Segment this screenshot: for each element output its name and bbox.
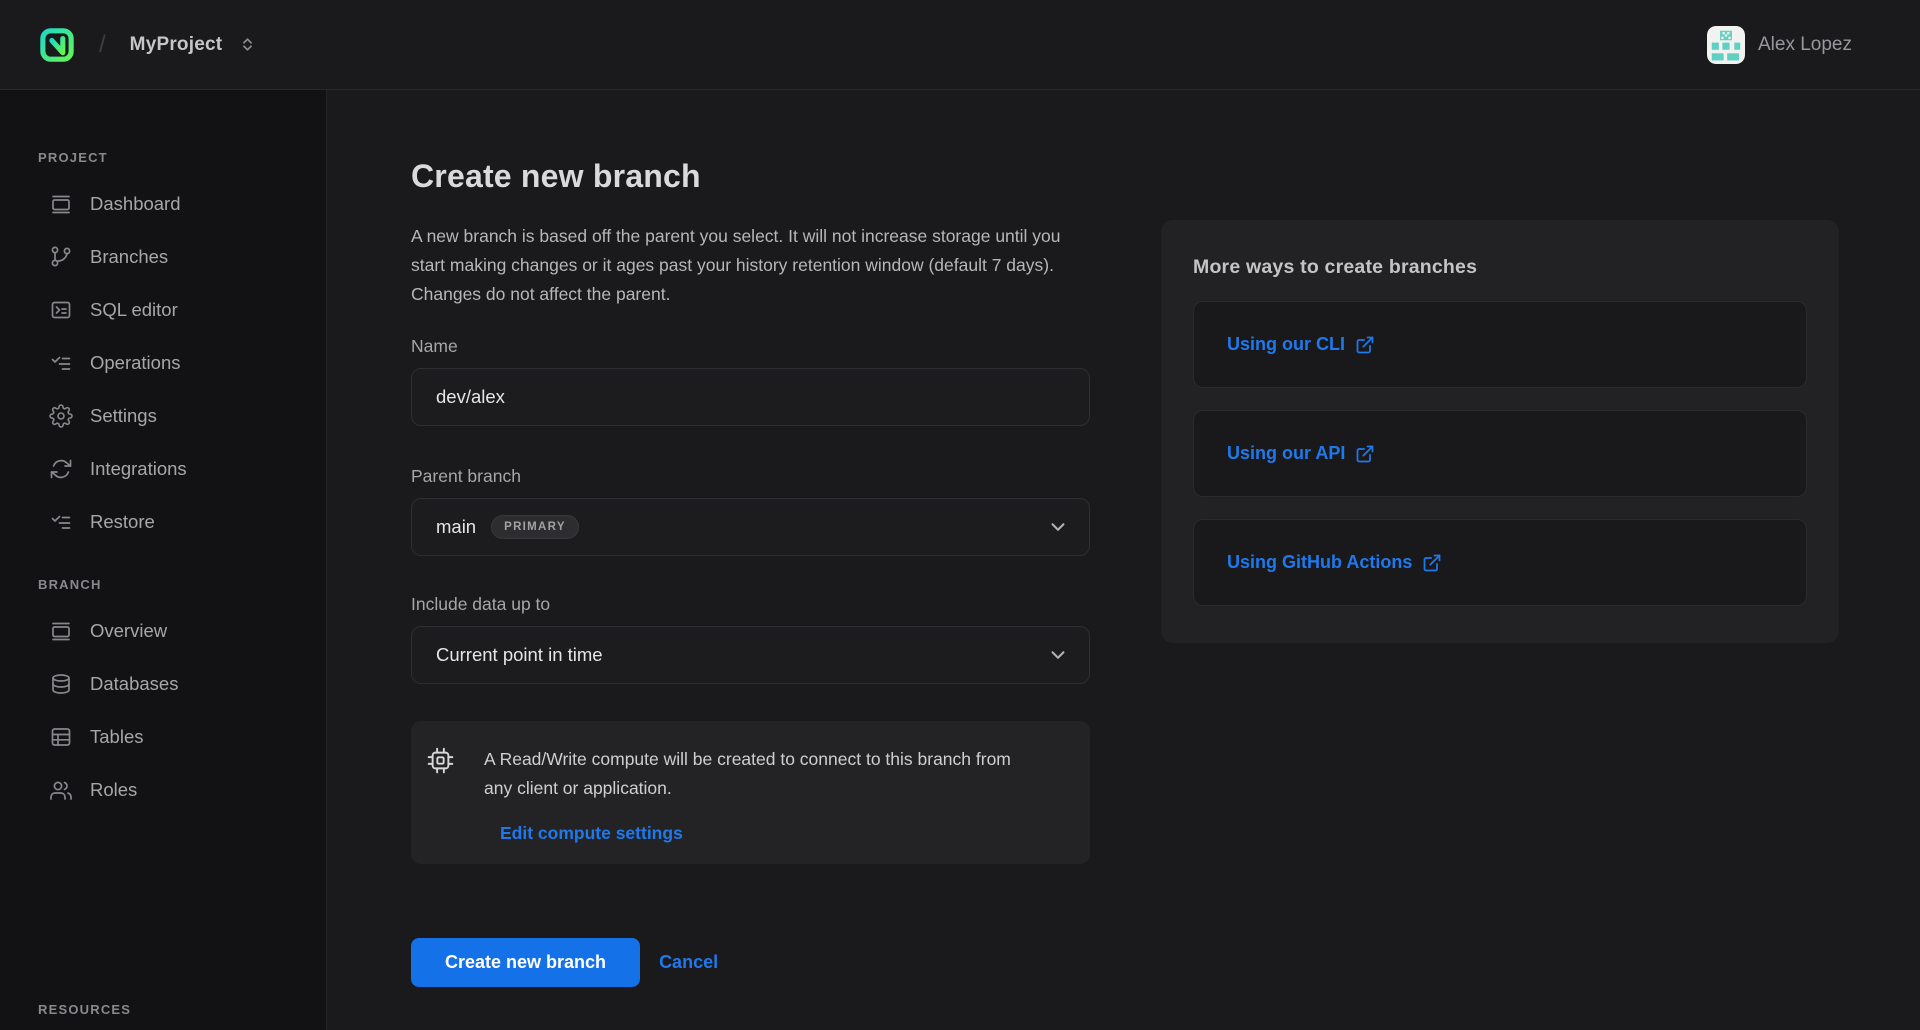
more-ways-panel: More ways to create branches Using our C…	[1161, 220, 1839, 643]
avatar	[1707, 26, 1745, 64]
dashboard-icon	[49, 192, 73, 216]
sidebar-section-resources: RESOURCES	[38, 1002, 131, 1017]
users-icon	[49, 778, 73, 802]
github-actions-link[interactable]: Using GitHub Actions	[1227, 552, 1442, 573]
api-card[interactable]: Using our API	[1193, 410, 1807, 497]
cpu-chip-icon	[427, 747, 454, 774]
neon-logo[interactable]	[37, 25, 77, 65]
sidebar-item-integrations[interactable]: Integrations	[0, 442, 326, 495]
parent-branch-select[interactable]: main PRIMARY	[411, 498, 1090, 556]
api-link[interactable]: Using our API	[1227, 443, 1375, 464]
gear-icon	[49, 404, 73, 428]
project-selector[interactable]: MyProject	[130, 34, 257, 56]
parent-branch-value: main	[436, 516, 476, 538]
sidebar-section-branch: BRANCH	[38, 577, 326, 592]
github-actions-card[interactable]: Using GitHub Actions	[1193, 519, 1807, 606]
edit-compute-settings-link[interactable]: Edit compute settings	[500, 823, 683, 844]
include-data-label: Include data up to	[411, 594, 1101, 615]
user-name: Alex Lopez	[1758, 34, 1852, 56]
sidebar-item-label: Roles	[90, 779, 137, 801]
sidebar-item-restore[interactable]: Restore	[0, 495, 326, 548]
cli-link[interactable]: Using our CLI	[1227, 334, 1375, 355]
sync-arrows-icon	[49, 457, 73, 481]
sidebar-item-label: Integrations	[90, 458, 187, 480]
sidebar-item-label: Operations	[90, 352, 181, 374]
cli-link-label: Using our CLI	[1227, 334, 1345, 355]
sidebar-item-label: Overview	[90, 620, 167, 642]
sidebar-branch-list: Overview Databases Tables Roles	[0, 604, 326, 816]
more-ways-title: More ways to create branches	[1193, 256, 1807, 279]
dashboard-icon	[49, 619, 73, 643]
parent-branch-label: Parent branch	[411, 466, 1101, 487]
user-menu[interactable]: Alex Lopez	[1707, 26, 1852, 64]
compute-notice-text: A Read/Write compute will be created to …	[484, 745, 1024, 803]
include-data-select[interactable]: Current point in time	[411, 626, 1090, 684]
sidebar: PROJECT Dashboard Branches SQL editor	[0, 90, 327, 1030]
sidebar-item-label: Restore	[90, 511, 155, 533]
sidebar-item-label: Settings	[90, 405, 157, 427]
breadcrumb-separator: /	[99, 31, 106, 59]
sidebar-item-operations[interactable]: Operations	[0, 336, 326, 389]
github-actions-link-label: Using GitHub Actions	[1227, 552, 1412, 573]
table-grid-icon	[49, 725, 73, 749]
sidebar-item-databases[interactable]: Databases	[0, 657, 326, 710]
checklist-icon	[49, 510, 73, 534]
cli-card[interactable]: Using our CLI	[1193, 301, 1807, 388]
external-link-icon	[1422, 553, 1442, 573]
create-branch-form: Create new branch A new branch is based …	[411, 90, 1101, 987]
sidebar-item-dashboard[interactable]: Dashboard	[0, 177, 326, 230]
primary-badge: PRIMARY	[491, 515, 579, 539]
database-icon	[49, 672, 73, 696]
external-link-icon	[1355, 444, 1375, 464]
sidebar-item-overview[interactable]: Overview	[0, 604, 326, 657]
sidebar-item-settings[interactable]: Settings	[0, 389, 326, 442]
topbar: / MyProject	[0, 0, 1920, 90]
unfold-icon	[239, 36, 256, 53]
branch-name-input[interactable]	[411, 368, 1090, 426]
api-link-label: Using our API	[1227, 443, 1345, 464]
form-actions: Create new branch Cancel	[411, 938, 1101, 987]
include-data-value: Current point in time	[436, 644, 603, 666]
create-branch-button[interactable]: Create new branch	[411, 938, 640, 987]
sidebar-item-roles[interactable]: Roles	[0, 763, 326, 816]
page-title: Create new branch	[411, 158, 1101, 195]
name-label: Name	[411, 336, 1101, 357]
git-branch-icon	[49, 245, 73, 269]
sidebar-item-label: Databases	[90, 673, 178, 695]
sidebar-item-tables[interactable]: Tables	[0, 710, 326, 763]
checklist-icon	[49, 351, 73, 375]
sidebar-item-label: Dashboard	[90, 193, 181, 215]
cancel-button[interactable]: Cancel	[659, 952, 718, 973]
sidebar-item-sql-editor[interactable]: SQL editor	[0, 283, 326, 336]
neon-logo-icon	[39, 27, 75, 63]
project-name: MyProject	[130, 34, 223, 56]
sidebar-item-branches[interactable]: Branches	[0, 230, 326, 283]
compute-notice: A Read/Write compute will be created to …	[411, 721, 1090, 864]
app-root: / MyProject	[0, 0, 1920, 1030]
chevron-down-icon	[1047, 516, 1069, 538]
chevron-down-icon	[1047, 644, 1069, 666]
page-description: A new branch is based off the parent you…	[411, 222, 1086, 309]
external-link-icon	[1355, 335, 1375, 355]
sidebar-item-label: Branches	[90, 246, 168, 268]
sidebar-item-label: SQL editor	[90, 299, 178, 321]
sidebar-project-list: Dashboard Branches SQL editor Operations	[0, 177, 326, 548]
terminal-icon	[49, 298, 73, 322]
sidebar-item-label: Tables	[90, 726, 143, 748]
sidebar-section-project: PROJECT	[38, 150, 326, 165]
